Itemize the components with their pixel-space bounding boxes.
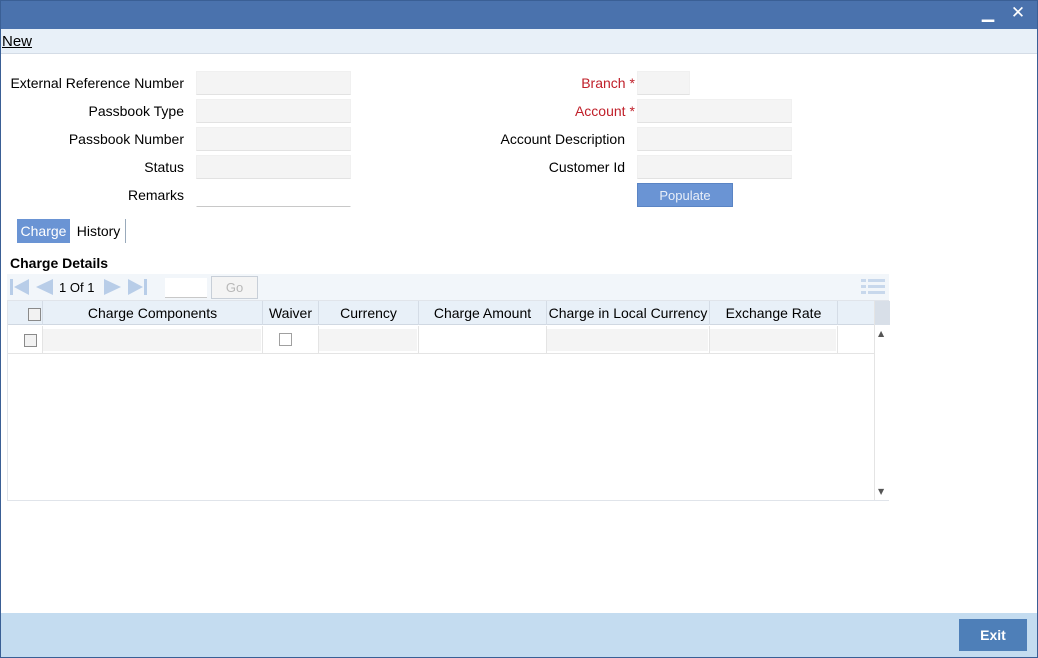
currency-cell	[319, 326, 419, 354]
close-icon[interactable]: ✕	[1007, 3, 1029, 25]
scrollbar-header-block	[875, 301, 890, 325]
total-pages: 1	[87, 280, 95, 295]
status-field[interactable]	[196, 155, 351, 179]
pager-status: 1 Of 1	[59, 280, 94, 295]
previous-page-icon[interactable]	[33, 277, 55, 297]
menu-bar: New	[1, 29, 1037, 54]
column-header-charge-components[interactable]: Charge Components	[43, 301, 263, 325]
charge-components-input[interactable]	[43, 329, 261, 351]
column-header-exchange-rate[interactable]: Exchange Rate	[710, 301, 838, 325]
table-row	[8, 326, 874, 354]
charge-in-local-currency-input[interactable]	[547, 329, 708, 351]
grid-vertical-scrollbar[interactable]: ▲ ▼	[874, 301, 890, 500]
charge-in-local-currency-cell	[547, 326, 710, 354]
account-label: Account *	[441, 103, 635, 119]
column-header-charge-amount[interactable]: Charge Amount	[419, 301, 547, 325]
select-all-column	[8, 301, 43, 325]
customer-id-field[interactable]	[637, 155, 792, 179]
charge-details-title: Charge Details	[10, 255, 109, 271]
pager-of-label: Of	[69, 280, 84, 295]
minimize-icon[interactable]: ▁	[977, 3, 999, 25]
last-page-icon[interactable]	[126, 277, 148, 297]
charge-details-window: ▁ ✕ New External Reference Number Passbo…	[0, 0, 1038, 658]
row-filler-cell	[838, 326, 874, 354]
exit-button[interactable]: Exit	[959, 619, 1027, 651]
external-reference-number-label: External Reference Number	[10, 75, 184, 91]
charge-details-grid: Charge Components Waiver Currency Charge…	[7, 300, 890, 501]
column-header-waiver[interactable]: Waiver	[263, 301, 319, 325]
charge-components-cell	[43, 326, 263, 354]
go-button[interactable]: Go	[211, 276, 258, 299]
branch-label: Branch *	[441, 75, 635, 91]
charge-amount-cell	[419, 326, 547, 354]
list-view-icon[interactable]	[860, 277, 886, 297]
new-menu-item[interactable]: New	[2, 33, 32, 50]
required-marker: *	[629, 103, 635, 119]
account-label-text: Account	[574, 103, 626, 119]
tab-history[interactable]: History	[72, 219, 126, 243]
title-bar: ▁ ✕	[1, 1, 1037, 29]
grid-header: Charge Components Waiver Currency Charge…	[8, 301, 874, 325]
populate-button[interactable]: Populate	[637, 183, 733, 207]
column-header-filler	[838, 301, 874, 325]
next-page-icon[interactable]	[102, 277, 124, 297]
exchange-rate-cell	[710, 326, 838, 354]
waiver-cell	[263, 326, 319, 354]
branch-label-text: Branch	[581, 75, 626, 91]
row-select-cell	[8, 326, 43, 354]
currency-input[interactable]	[319, 329, 417, 351]
charge-amount-input[interactable]	[419, 329, 545, 351]
customer-id-label: Customer Id	[548, 159, 625, 175]
scroll-down-icon[interactable]: ▼	[878, 487, 884, 496]
required-marker: *	[629, 75, 635, 91]
account-field[interactable]	[637, 99, 792, 123]
tab-charge[interactable]: Charge	[17, 219, 70, 243]
row-select-checkbox[interactable]	[24, 334, 37, 347]
remarks-field[interactable]	[196, 183, 351, 207]
external-reference-number-field[interactable]	[196, 71, 351, 95]
remarks-label: Remarks	[127, 187, 184, 203]
select-all-checkbox[interactable]	[28, 308, 41, 321]
passbook-type-field[interactable]	[196, 99, 351, 123]
scroll-up-icon[interactable]: ▲	[878, 329, 884, 338]
footer-bar: Exit	[1, 613, 1037, 657]
passbook-number-label: Passbook Number	[68, 131, 184, 147]
first-page-icon[interactable]	[9, 277, 31, 297]
branch-field[interactable]	[637, 71, 690, 95]
account-description-label: Account Description	[500, 131, 625, 147]
current-page: 1	[59, 280, 67, 295]
page-number-input[interactable]	[165, 278, 207, 298]
status-label: Status	[144, 159, 184, 175]
exchange-rate-input[interactable]	[710, 329, 836, 351]
column-header-charge-in-local-currency[interactable]: Charge in Local Currency	[547, 301, 710, 325]
waiver-checkbox[interactable]	[279, 333, 292, 346]
passbook-number-field[interactable]	[196, 127, 351, 151]
column-header-currency[interactable]: Currency	[319, 301, 419, 325]
grid-toolbar: 1 Of 1 Go	[7, 274, 889, 300]
passbook-type-label: Passbook Type	[88, 103, 184, 119]
account-description-field[interactable]	[637, 127, 792, 151]
